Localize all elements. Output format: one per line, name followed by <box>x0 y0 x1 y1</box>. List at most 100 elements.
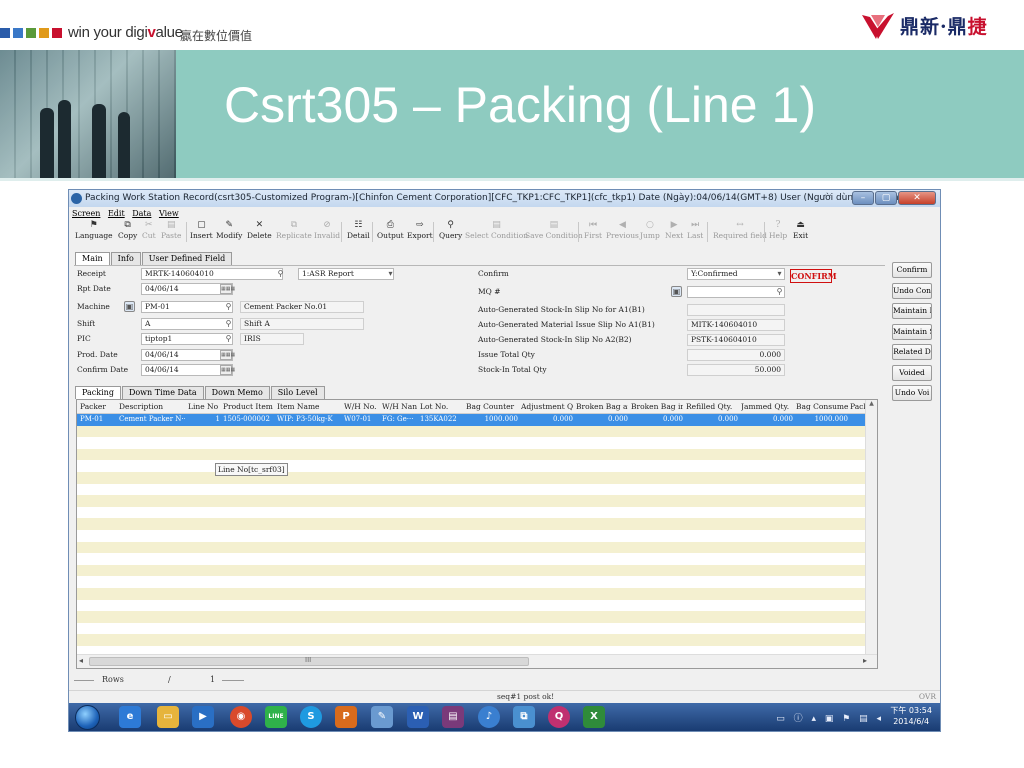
toolbar-insert-button[interactable]: ▢ Insert <box>190 220 213 240</box>
table-row-empty[interactable] <box>77 484 877 496</box>
shift-field[interactable]: A <box>141 318 233 330</box>
toolbar-save-condition-button[interactable]: ▤ Save Condition <box>525 220 583 240</box>
voided-button[interactable]: Voided <box>892 364 932 381</box>
chrome-icon[interactable]: ◉ <box>230 706 252 728</box>
word-icon[interactable]: W <box>407 706 429 728</box>
menu-edit[interactable]: Edit <box>108 209 125 218</box>
table-row-empty[interactable] <box>77 576 877 588</box>
toolbar-invalid-button[interactable]: ⊘ Invalid <box>314 220 340 240</box>
menu-view[interactable]: View <box>159 209 179 218</box>
toolbar-output-button[interactable]: ⎙ Output <box>377 220 404 240</box>
grid-horizontal-scrollbar[interactable]: ◂ III ▸ <box>77 654 877 668</box>
calendar-icon[interactable]: ▦▦▦ <box>220 365 235 375</box>
scroll-up-icon[interactable]: ▲ <box>866 400 877 407</box>
toolbar-language-button[interactable]: ⚑ Language <box>75 220 113 240</box>
table-row-empty[interactable] <box>77 495 877 507</box>
powerpoint-icon[interactable]: P <box>335 706 357 728</box>
toolbar-replicate-button[interactable]: ⧉ Replicate <box>276 220 312 240</box>
tab-down-time-data[interactable]: Down Time Data <box>121 386 204 399</box>
calendar-icon[interactable]: ▦▦▦ <box>220 284 235 294</box>
search-icon[interactable]: ⚲ <box>223 319 234 330</box>
toolbar-jump-button[interactable]: ○ Jump <box>640 220 660 240</box>
mq-lookup-icon[interactable]: ▣ <box>671 286 682 297</box>
toolbar-export-button[interactable]: ⇨ Export <box>407 220 433 240</box>
mq-field[interactable] <box>687 286 785 298</box>
close-icon[interactable]: ✕ <box>898 191 936 205</box>
start-button-icon[interactable] <box>75 705 100 730</box>
tab-info[interactable]: Info <box>110 252 141 265</box>
table-row-empty[interactable] <box>77 507 877 519</box>
col-packer[interactable]: Packer <box>80 400 116 414</box>
table-row-empty[interactable] <box>77 564 877 577</box>
confirm-button[interactable]: Confirm <box>892 262 932 278</box>
tab-main[interactable]: Main <box>75 252 110 265</box>
table-row-empty[interactable] <box>77 471 877 484</box>
excel-icon[interactable]: X <box>583 706 605 728</box>
menu-screen[interactable]: Screen <box>72 209 100 218</box>
grid-vertical-scrollbar[interactable]: ▲ <box>865 400 877 654</box>
toolbar-last-button[interactable]: ⏭ Last <box>687 220 703 240</box>
toolbar-copy-button[interactable]: ⧉ Copy <box>118 220 137 240</box>
toolbar-first-button[interactable]: ⏮ First <box>584 220 602 240</box>
calendar-icon[interactable]: ▦▦▦ <box>220 350 235 360</box>
toolbar-delete-button[interactable]: ✕ Delete <box>247 220 272 240</box>
explorer-icon[interactable]: ▭ <box>157 706 179 728</box>
col-lot-no[interactable]: Lot No. <box>420 400 464 414</box>
table-row[interactable]: PM-01 Cement Packer N··· 1 1505-000002 W… <box>77 414 877 426</box>
pic-field[interactable]: tiptop1 <box>141 333 233 345</box>
maximize-icon[interactable]: ▢ <box>875 191 897 205</box>
paint-icon[interactable]: ✎ <box>371 706 393 728</box>
table-row-empty[interactable] <box>77 518 877 530</box>
media-player-icon[interactable]: ▶ <box>192 706 214 728</box>
table-row-empty[interactable] <box>77 530 877 542</box>
toolbar-paste-button[interactable]: ▤ Paste <box>161 220 181 240</box>
minimize-icon[interactable]: – <box>852 191 874 205</box>
search-icon[interactable]: ⚲ <box>223 334 234 345</box>
col-pack[interactable]: Pack <box>850 400 866 414</box>
table-row-empty[interactable] <box>77 623 877 635</box>
related-doc-button[interactable]: Related D <box>892 344 932 360</box>
toolbar-cut-button[interactable]: ✂ Cut <box>142 220 156 240</box>
confirm-status-select[interactable]: Y:Confirmed <box>687 268 785 280</box>
q-app-icon[interactable]: Q <box>548 706 570 728</box>
col-bag-counter[interactable]: Bag Counter <box>466 400 518 414</box>
tab-user-defined-field[interactable]: User Defined Field <box>141 252 233 265</box>
table-row-empty[interactable] <box>77 541 877 554</box>
col-broken-bag-t[interactable]: Broken Bag in T <box>631 400 683 414</box>
col-product-item[interactable]: Product Item N <box>223 400 275 414</box>
table-row-empty[interactable] <box>77 448 877 461</box>
col-item-name[interactable]: Item Name <box>277 400 341 414</box>
undo-confirm-button[interactable]: Undo Con <box>892 282 932 299</box>
col-adjustment-qty[interactable]: Adjustment Qty <box>521 400 573 414</box>
machine-field[interactable]: PM-01 <box>141 301 233 313</box>
col-line-no[interactable]: Line No <box>188 400 220 414</box>
toolbar-query-button[interactable]: ⚲ Query <box>439 220 462 240</box>
toolbar-select-condition-button[interactable]: ▤ Select Condition <box>465 220 528 240</box>
col-jammed-qty[interactable]: Jammed Qty. <box>741 400 793 414</box>
col-bag-consumed[interactable]: Bag Consumed <box>796 400 848 414</box>
table-row-empty[interactable] <box>77 437 877 449</box>
search-icon[interactable]: ⚲ <box>223 302 234 313</box>
table-row-empty[interactable] <box>77 425 877 438</box>
scroll-left-icon[interactable]: ◂ <box>79 656 83 665</box>
toolbar-exit-button[interactable]: ⏏ Exit <box>793 220 808 240</box>
search-icon[interactable]: ⚲ <box>774 287 785 298</box>
col-description[interactable]: Description <box>119 400 185 414</box>
toolbar-previous-button[interactable]: ◀ Previous <box>606 220 639 240</box>
col-broken-bag-f[interactable]: Broken Bag at F <box>576 400 628 414</box>
system-clock[interactable]: 下午 03:54 2014/6/4 <box>890 705 932 727</box>
chevron-down-icon[interactable]: ▾ <box>385 269 396 280</box>
ie-icon[interactable]: e <box>119 706 141 728</box>
window-titlebar[interactable]: Packing Work Station Record(csrt305-Cust… <box>69 190 940 207</box>
table-row-empty[interactable] <box>77 587 877 600</box>
scroll-right-icon[interactable]: ▸ <box>863 656 867 665</box>
machine-lookup-icon[interactable]: ▣ <box>124 301 135 312</box>
winrar-icon[interactable]: ▤ <box>442 706 464 728</box>
col-wh-no[interactable]: W/H No. <box>344 400 380 414</box>
toolbar-required-field-button[interactable]: ↔ Required field <box>713 220 767 240</box>
network-app-icon[interactable]: ⧉ <box>513 706 535 728</box>
tab-packing[interactable]: Packing <box>75 386 121 399</box>
menu-data[interactable]: Data <box>132 209 151 218</box>
toolbar-detail-button[interactable]: ☷ Detail <box>347 220 370 240</box>
report-select[interactable]: 1:ASR Report <box>298 268 394 280</box>
